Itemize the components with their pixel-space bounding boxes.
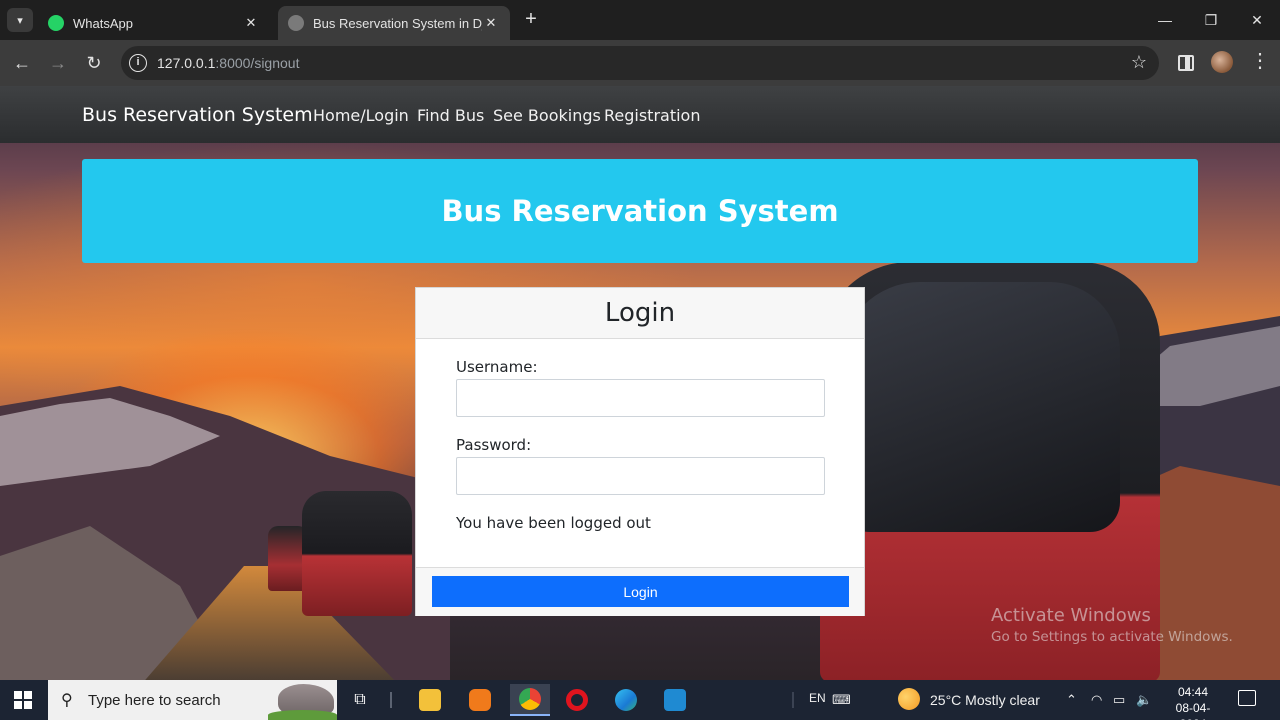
side-panel-icon[interactable] [1178,55,1194,71]
profile-avatar[interactable] [1211,51,1233,73]
wifi-icon[interactable]: ◠ [1091,692,1102,708]
bus-small [302,491,412,616]
taskbar-divider [390,692,392,708]
edge-icon[interactable] [606,684,646,716]
minimize-button[interactable]: — [1142,0,1188,40]
tab-whatsapp[interactable]: WhatsApp ✕ [38,6,270,40]
username-input[interactable] [456,379,825,417]
login-card-footer: Login [416,567,864,616]
notification-icon[interactable] [1238,690,1256,706]
web-page: Bus Reservation System Home/Login Find B… [0,86,1280,680]
menu-kebab-icon[interactable]: ⋮ [1250,48,1270,73]
address-bar[interactable]: i 127.0.0.1:8000/signout ☆ [121,46,1159,80]
chevron-up-icon[interactable]: ⌃ [1066,692,1077,708]
task-view-icon[interactable]: ⧉ [340,684,380,716]
file-explorer-icon[interactable] [410,684,450,716]
bus-windshield [840,282,1120,532]
login-card: Login Username: Password: You have been … [415,287,865,616]
close-window-button[interactable]: ✕ [1234,0,1280,40]
login-title: Login [604,298,676,328]
tab-close-icon[interactable]: ✕ [242,15,260,31]
uc-browser-icon[interactable] [460,684,500,716]
login-button[interactable]: Login [432,576,849,607]
bookmark-star-icon[interactable]: ☆ [1131,52,1147,73]
site-navbar: Bus Reservation System Home/Login Find B… [0,86,1280,143]
taskbar: ⚲ Type here to search ⧉ EN ⌨ 25°C Mostly… [0,680,1280,720]
weather-text[interactable]: 25°C Mostly clear [930,692,1040,708]
url-host: 127.0.0.1 [157,55,216,71]
search-placeholder: Type here to search [88,692,221,709]
new-tab-button[interactable]: + [520,9,542,31]
battery-icon[interactable]: ▭ [1113,692,1125,708]
tab-strip: ▾ WhatsApp ✕ Bus Reservation System in D… [0,0,1280,40]
password-label: Password: [456,436,532,454]
forward-icon[interactable]: → [46,51,70,75]
taskbar-search[interactable]: ⚲ Type here to search [48,680,337,720]
logout-message: You have been logged out [456,514,651,532]
tab-bus-reservation[interactable]: Bus Reservation System in Djan ✕ [278,6,510,40]
hero-banner: Bus Reservation System [82,159,1198,263]
weather-icon[interactable] [898,688,920,710]
hero-title: Bus Reservation System [441,194,839,228]
tab-search-dropdown[interactable]: ▾ [7,8,33,32]
globe-icon [288,15,304,31]
activate-windows-watermark: Activate Windows Go to Settings to activ… [991,605,1233,645]
url-path: :8000/signout [215,55,300,71]
chevron-down-icon: ▾ [17,14,23,27]
url-text[interactable]: 127.0.0.1:8000/signout [157,55,299,71]
watermark-subtitle: Go to Settings to activate Windows. [991,629,1233,645]
restore-button[interactable]: ❐ [1188,0,1234,40]
clock-date: 08-04-2024 [1175,701,1211,720]
search-icon: ⚲ [61,692,73,709]
site-info-icon[interactable]: i [129,54,147,72]
tab-title: Bus Reservation System in Djan [313,15,482,31]
whatsapp-icon [48,15,64,31]
volume-icon[interactable]: 🔈 [1136,692,1152,708]
windows-start-icon[interactable] [14,691,32,709]
nav-registration[interactable]: Registration [604,106,700,125]
nav-find-bus[interactable]: Find Bus [417,106,484,125]
nav-see-bookings[interactable]: See Bookings [493,106,601,125]
password-input[interactable] [456,457,825,495]
search-highlight-grass [268,710,337,720]
language-indicator[interactable]: EN [809,691,826,705]
browser-toolbar: ← → ↻ i 127.0.0.1:8000/signout ☆ ⋮ [0,40,1280,86]
reload-icon[interactable]: ↻ [82,51,106,75]
opera-icon[interactable] [557,684,597,716]
vscode-icon[interactable] [655,684,695,716]
system-clock[interactable]: 04:44 08-04-2024 [1164,684,1222,720]
tab-close-icon[interactable]: ✕ [482,15,500,31]
watermark-title: Activate Windows [991,605,1151,626]
login-card-header: Login [416,288,864,339]
chrome-icon[interactable] [510,684,550,716]
clock-time: 04:44 [1177,685,1209,699]
nav-home-login[interactable]: Home/Login [313,106,409,125]
brand-link[interactable]: Bus Reservation System [82,104,313,126]
back-icon[interactable]: ← [10,51,34,75]
keyboard-icon[interactable]: ⌨ [832,692,851,708]
tab-title: WhatsApp [73,15,133,31]
taskbar-divider [792,692,794,708]
username-label: Username: [456,358,538,376]
